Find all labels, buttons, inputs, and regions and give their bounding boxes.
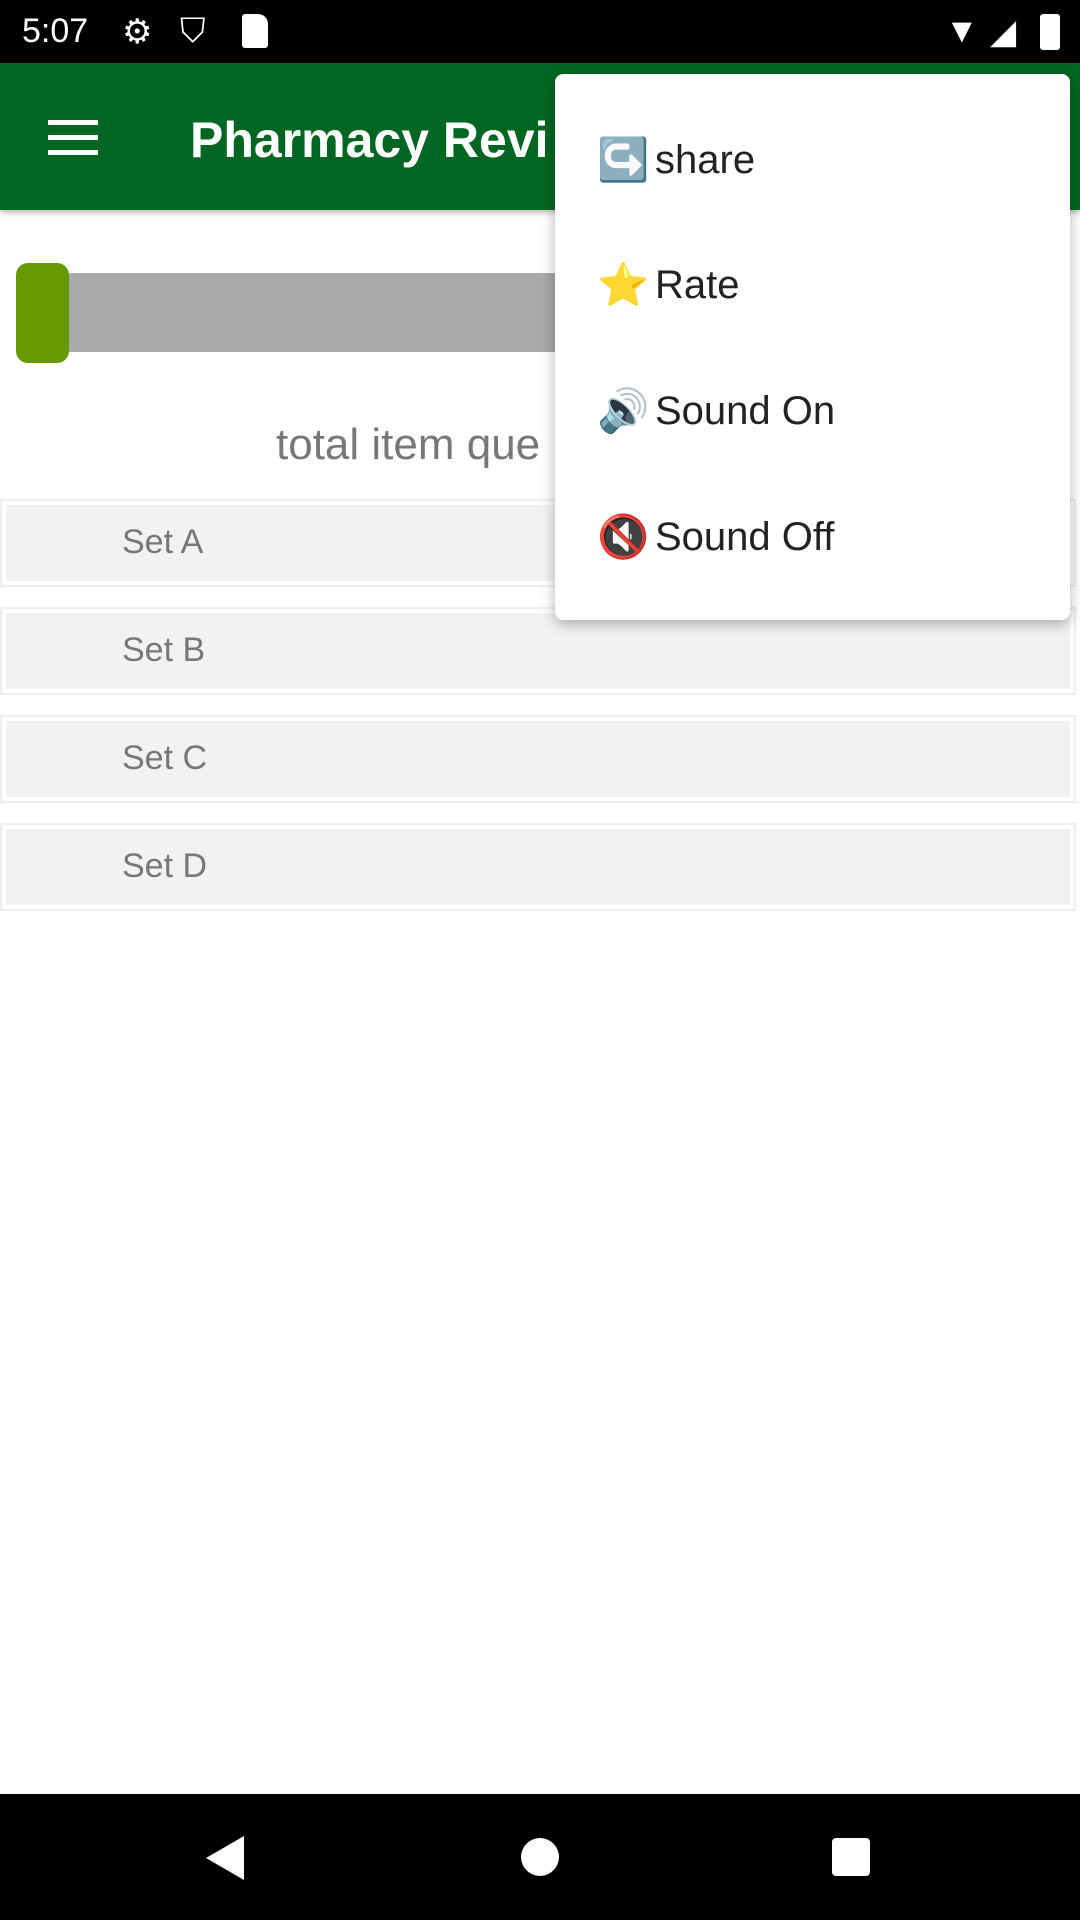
menu-item-share[interactable]: ↪️ share	[555, 97, 1070, 223]
set-label: Set B	[122, 631, 206, 669]
set-label: Set A	[122, 523, 204, 561]
menu-item-label: Sound On	[655, 388, 836, 433]
hamburger-icon[interactable]	[48, 120, 98, 156]
speaker-on-icon: 🔊	[597, 386, 650, 434]
page-title: Pharmacy Revi	[190, 112, 549, 168]
set-label: Set D	[122, 847, 208, 885]
set-label: Set C	[122, 739, 208, 777]
menu-item-rate[interactable]: ⭐ Rate	[555, 222, 1070, 348]
menu-item-sound-on[interactable]: 🔊 Sound On	[555, 348, 1070, 474]
signal-icon: ◢	[990, 13, 1017, 51]
menu-item-label: Rate	[655, 262, 740, 307]
sd-card-icon	[242, 14, 268, 48]
status-time: 5:07	[22, 12, 89, 50]
wifi-icon: ▼	[945, 12, 979, 50]
speaker-muted-icon: 🔇	[597, 512, 650, 560]
recents-icon[interactable]	[832, 1838, 870, 1876]
set-item[interactable]: Set C	[0, 715, 1076, 803]
status-bar: 5:07 ⚙ ⛉ ▼ ◢	[0, 0, 1080, 63]
total-items-label: total item que	[276, 420, 541, 469]
progress-thumb[interactable]	[16, 263, 69, 363]
menu-item-sound-off[interactable]: 🔇 Sound Off	[555, 474, 1070, 600]
overflow-menu: ↪️ share ⭐ Rate 🔊 Sound On 🔇 Sound Off	[555, 74, 1070, 620]
menu-item-label: share	[655, 137, 756, 182]
star-icon: ⭐	[597, 260, 650, 308]
shield-play-icon: ⛉	[180, 12, 206, 50]
set-item[interactable]: Set B	[0, 607, 1076, 695]
back-icon[interactable]	[206, 1836, 244, 1880]
gear-icon: ⚙	[122, 13, 153, 51]
home-icon[interactable]	[521, 1838, 559, 1876]
share-icon: ↪️	[597, 135, 650, 183]
menu-item-label: Sound Off	[655, 514, 835, 559]
navigation-bar	[0, 1794, 1080, 1920]
battery-icon	[1040, 14, 1060, 50]
set-item[interactable]: Set D	[0, 823, 1076, 911]
